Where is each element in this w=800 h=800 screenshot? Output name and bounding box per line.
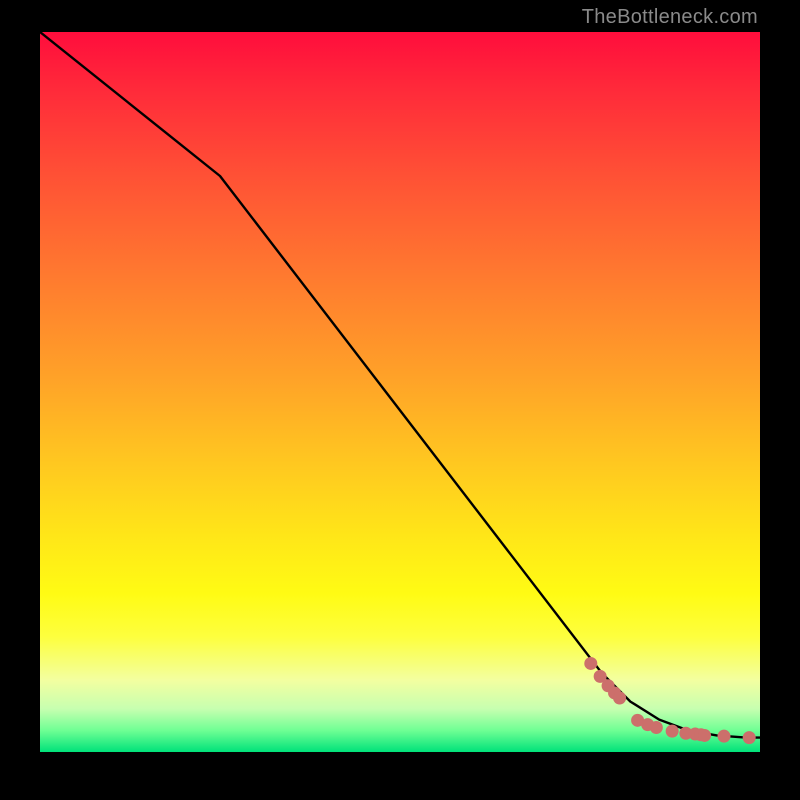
- scatter-points-group: [584, 657, 755, 744]
- scatter-point: [718, 730, 731, 743]
- chart-overlay: [40, 32, 760, 752]
- scatter-point: [743, 731, 756, 744]
- watermark-text: TheBottleneck.com: [582, 6, 758, 29]
- plot-area: [40, 32, 760, 752]
- bottleneck-curve-line: [40, 32, 760, 738]
- scatter-point: [613, 692, 626, 705]
- scatter-point: [666, 725, 679, 738]
- chart-container: TheBottleneck.com: [0, 0, 800, 800]
- scatter-point: [698, 729, 711, 742]
- scatter-point: [584, 657, 597, 670]
- scatter-point: [650, 721, 663, 734]
